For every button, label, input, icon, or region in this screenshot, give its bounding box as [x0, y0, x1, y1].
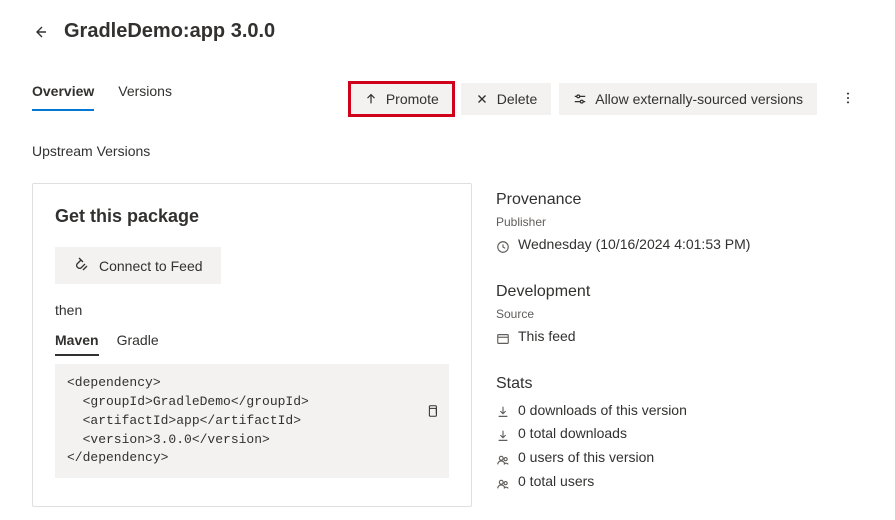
package-format-tabs: Maven Gradle — [55, 332, 449, 356]
users-icon — [496, 475, 510, 489]
dependency-code-block: <dependency> <groupId>GradleDemo</groupI… — [55, 364, 449, 478]
tab-versions[interactable]: Versions — [118, 83, 172, 111]
plug-icon — [73, 256, 89, 275]
clock-icon — [496, 238, 510, 252]
feed-icon — [496, 330, 510, 344]
stats-text: 0 users of this version — [518, 446, 654, 470]
close-icon — [475, 92, 489, 106]
provenance-section: Provenance Publisher Wednesday (10/16/20… — [496, 191, 863, 257]
provenance-heading: Provenance — [496, 191, 863, 209]
promote-label: Promote — [386, 91, 439, 107]
publish-timestamp: Wednesday (10/16/2024 4:01:53 PM) — [518, 233, 750, 257]
stats-heading: Stats — [496, 375, 863, 393]
back-arrow-icon[interactable] — [32, 24, 48, 40]
delete-button[interactable]: Delete — [461, 83, 551, 115]
promote-button[interactable]: Promote — [350, 83, 453, 115]
source-label: Source — [496, 307, 863, 321]
more-actions-button[interactable] — [833, 85, 863, 114]
users-icon — [496, 451, 510, 465]
copy-code-button[interactable] — [369, 370, 443, 455]
development-heading: Development — [496, 283, 863, 301]
sliders-icon — [573, 92, 587, 106]
stats-row: 0 users of this version — [496, 446, 863, 470]
stats-text: 0 total downloads — [518, 422, 627, 446]
publisher-label: Publisher — [496, 215, 863, 229]
upstream-versions-heading: Upstream Versions — [32, 143, 863, 159]
development-section: Development Source This feed — [496, 283, 863, 349]
allow-external-button[interactable]: Allow externally-sourced versions — [559, 83, 817, 115]
delete-label: Delete — [497, 91, 537, 107]
subtab-maven[interactable]: Maven — [55, 332, 99, 356]
copy-icon — [373, 406, 439, 436]
tab-overview[interactable]: Overview — [32, 83, 94, 111]
source-value: This feed — [518, 325, 576, 349]
code-content: <dependency> <groupId>GradleDemo</groupI… — [67, 375, 309, 465]
stats-row: 0 downloads of this version — [496, 399, 863, 423]
stats-row: 0 total users — [496, 470, 863, 494]
stats-text: 0 total users — [518, 470, 594, 494]
allow-external-label: Allow externally-sourced versions — [595, 91, 803, 107]
subtab-gradle[interactable]: Gradle — [117, 332, 159, 356]
get-package-title: Get this package — [55, 206, 449, 227]
download-icon — [496, 427, 510, 441]
stats-row: 0 total downloads — [496, 422, 863, 446]
connect-label: Connect to Feed — [99, 258, 203, 274]
connect-to-feed-button[interactable]: Connect to Feed — [55, 247, 221, 284]
stats-text: 0 downloads of this version — [518, 399, 687, 423]
page-title: GradleDemo:app 3.0.0 — [64, 20, 275, 43]
command-bar: Promote Delete Allow externally-sourced … — [350, 83, 863, 115]
page-header: GradleDemo:app 3.0.0 — [32, 20, 863, 43]
arrow-up-icon — [364, 92, 378, 106]
get-package-card: Get this package Connect to Feed then Ma… — [32, 183, 472, 507]
download-icon — [496, 403, 510, 417]
then-label: then — [55, 302, 449, 318]
stats-section: Stats 0 downloads of this version0 total… — [496, 375, 863, 494]
more-vertical-icon — [841, 93, 855, 108]
main-tabs: Overview Versions — [32, 83, 172, 111]
